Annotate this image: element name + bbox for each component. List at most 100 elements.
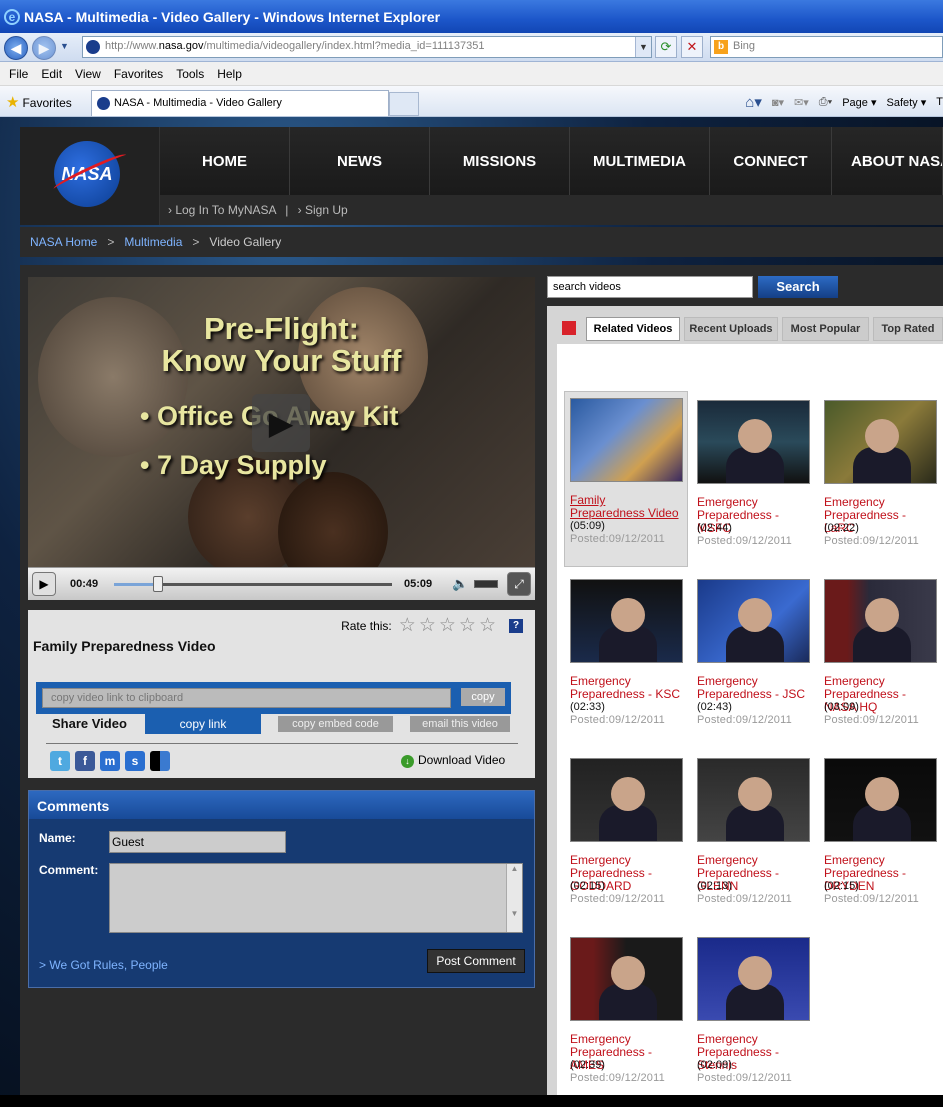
tab-copy-link[interactable]: copy link: [145, 714, 261, 734]
video-card-posted: Posted:09/12/2011: [697, 893, 792, 905]
video-card[interactable]: Emergency Preparedness - AMES (02:39) Post…: [565, 931, 683, 1107]
volume-icon[interactable]: 🔈: [452, 576, 468, 592]
search-box[interactable]: b Bing: [710, 36, 943, 58]
menu-file[interactable]: File: [9, 67, 28, 81]
video-card[interactable]: Emergency Preparedness - JSC (02:43) Poste…: [692, 573, 810, 749]
video-card[interactable]: Emergency Preparedness - MSFC (02:44) Post…: [692, 394, 810, 570]
home-icon[interactable]: ⌂▾: [745, 93, 762, 111]
tab-top-rated[interactable]: Top Rated: [873, 317, 943, 341]
refresh-icon[interactable]: ⟳: [655, 36, 677, 58]
copy-button[interactable]: copy: [461, 688, 505, 706]
tab-copy-embed[interactable]: copy embed code: [278, 716, 393, 732]
video-card-title[interactable]: Emergency Preparedness - KSC: [570, 675, 682, 701]
video-card[interactable]: Emergency Preparedness - GODDARD (02:15) P…: [565, 752, 683, 928]
breadcrumb-home[interactable]: NASA Home: [30, 235, 97, 249]
rating-star-4[interactable]: ☆: [459, 616, 476, 635]
favorites-button[interactable]: ★ Favorites: [6, 93, 72, 111]
video-overlay-bullet-2: • 7 Day Supply: [140, 450, 327, 480]
nasa-favicon-icon: [86, 40, 100, 54]
print-icon[interactable]: ⎙▾: [819, 96, 832, 109]
tab-related-videos[interactable]: Related Videos: [586, 317, 680, 341]
nav-about[interactable]: ABOUT NASA: [832, 127, 943, 195]
video-thumbnail[interactable]: [824, 579, 937, 663]
rating-star-2[interactable]: ☆: [419, 616, 436, 635]
nav-missions[interactable]: MISSIONS: [430, 127, 570, 195]
fullscreen-icon[interactable]: ⤢: [507, 572, 531, 596]
nav-connect[interactable]: CONNECT: [710, 127, 832, 195]
video-thumbnail[interactable]: [824, 758, 937, 842]
menu-help[interactable]: Help: [217, 67, 242, 81]
play-icon[interactable]: ▶: [32, 572, 56, 596]
play-overlay-icon[interactable]: ▶: [252, 394, 310, 452]
tab-most-popular[interactable]: Most Popular: [782, 317, 869, 341]
menu-view[interactable]: View: [75, 67, 101, 81]
url-field[interactable]: http://www.nasa.gov/multimedia/videogall…: [82, 36, 652, 58]
rating-star-5[interactable]: ☆: [479, 616, 496, 635]
rss-feed-icon[interactable]: ◙▾: [772, 96, 784, 109]
download-video-link[interactable]: ↓ Download Video: [401, 753, 505, 768]
back-arrow-icon[interactable]: ◀: [4, 36, 28, 60]
twitter-icon[interactable]: t: [50, 751, 70, 771]
delicious-icon[interactable]: [150, 751, 170, 771]
url-domain: nasa.gov: [158, 40, 204, 52]
video-search-button[interactable]: Search: [758, 276, 838, 298]
page-menu[interactable]: Page ▾: [842, 96, 876, 109]
video-thumbnail[interactable]: [697, 400, 810, 484]
name-field[interactable]: Guest: [109, 831, 286, 853]
nav-multimedia[interactable]: MULTIMEDIA: [570, 127, 710, 195]
facebook-icon[interactable]: f: [75, 751, 95, 771]
video-search-input[interactable]: search videos: [547, 276, 753, 298]
url-dropdown-icon[interactable]: ▼: [635, 37, 651, 57]
video-card[interactable]: Emergency Preparedness - KSC (02:33) Poste…: [565, 573, 683, 749]
nav-home[interactable]: HOME: [160, 127, 290, 195]
forward-arrow-icon[interactable]: ▶: [32, 36, 56, 60]
video-thumbnail[interactable]: [697, 758, 810, 842]
video-card[interactable]: Emergency Preparedness - GLENN (02:13) Pos…: [692, 752, 810, 928]
video-card[interactable]: Emergency Preparedness - Stennis (02:09) P…: [692, 931, 810, 1107]
video-thumbnail[interactable]: [697, 937, 810, 1021]
tab-recent-uploads[interactable]: Recent Uploads: [684, 317, 778, 341]
video-thumbnail[interactable]: [697, 579, 810, 663]
menu-edit[interactable]: Edit: [41, 67, 62, 81]
video-thumbnail[interactable]: [570, 937, 683, 1021]
video-card[interactable]: Family Preparedness Video (05:09) Posted:0…: [564, 391, 688, 567]
stumbleupon-icon[interactable]: s: [125, 751, 145, 771]
nasa-logo[interactable]: NASA: [20, 127, 160, 225]
tools-menu[interactable]: T: [936, 96, 943, 108]
myspace-icon[interactable]: m: [100, 751, 120, 771]
help-icon[interactable]: ?: [509, 619, 523, 633]
browser-tab[interactable]: NASA - Multimedia - Video Gallery: [91, 90, 389, 116]
video-card-title[interactable]: Emergency Preparedness - JSC: [697, 675, 809, 701]
video-thumbnail[interactable]: [570, 579, 683, 663]
thumbnail-person-head: [611, 956, 645, 990]
video-thumbnail[interactable]: [570, 758, 683, 842]
new-tab-button[interactable]: [389, 92, 419, 116]
video-card[interactable]: Emergency Preparedness - NASA HQ (03:09) P…: [819, 573, 937, 749]
rules-link[interactable]: > We Got Rules, People: [39, 958, 168, 972]
menu-tools[interactable]: Tools: [176, 67, 204, 81]
video-card[interactable]: Emergency Preparedness - LaRC (02:22) Post…: [819, 394, 937, 570]
video-card-title[interactable]: Family Preparedness Video: [570, 494, 682, 520]
thumbnail-person-head: [738, 956, 772, 990]
history-dropdown-icon[interactable]: ▼: [60, 41, 69, 51]
video-thumbnail[interactable]: [570, 398, 683, 482]
video-card[interactable]: Emergency Preparedness - DRYDEN (02:15) Po…: [819, 752, 937, 928]
signup-link[interactable]: › Sign Up: [298, 203, 348, 217]
rating-star-3[interactable]: ☆: [439, 616, 456, 635]
menu-favorites[interactable]: Favorites: [114, 67, 163, 81]
video-link-field[interactable]: copy video link to clipboard: [42, 688, 451, 708]
breadcrumb-multimedia[interactable]: Multimedia: [124, 235, 182, 249]
login-link[interactable]: › Log In To MyNASA: [168, 203, 276, 217]
stop-icon[interactable]: ✕: [681, 36, 703, 58]
tab-email-video[interactable]: email this video: [410, 716, 510, 732]
nav-news[interactable]: NEWS: [290, 127, 430, 195]
video-thumbnail[interactable]: [824, 400, 937, 484]
mail-icon[interactable]: ✉▾: [794, 96, 809, 109]
comment-textarea[interactable]: ▲ ▼: [109, 863, 523, 933]
post-comment-button[interactable]: Post Comment: [427, 949, 525, 973]
seek-handle[interactable]: [152, 576, 163, 592]
safety-menu[interactable]: Safety ▾: [887, 96, 927, 109]
volume-slider[interactable]: [474, 580, 498, 588]
rating-star-1[interactable]: ☆: [399, 616, 416, 635]
textarea-scrollbar[interactable]: ▲ ▼: [506, 864, 522, 932]
